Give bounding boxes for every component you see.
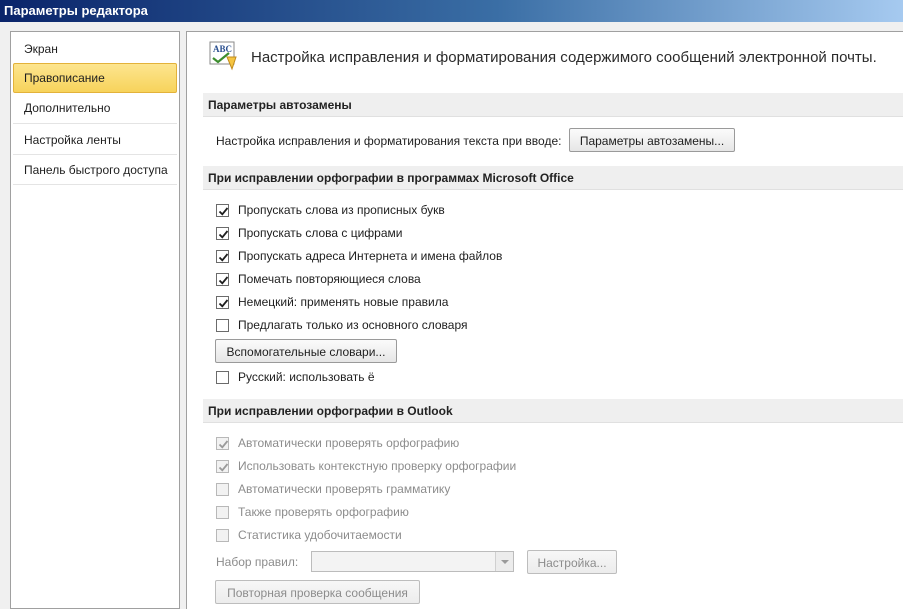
recheck-message-button[interactable]: Повторная проверка сообщения <box>215 580 420 604</box>
svg-text:ABC: ABC <box>213 44 232 54</box>
sidebar-divider <box>13 184 177 185</box>
sidebar-item-proofing[interactable]: Правописание <box>13 63 177 93</box>
checkbox-checked[interactable] <box>216 296 229 309</box>
option-label: Немецкий: применять новые правила <box>238 295 449 309</box>
ruleset-settings-button[interactable]: Настройка... <box>527 550 617 574</box>
spelling-abc-icon: ABC <box>209 41 241 71</box>
section-title-autocorrect: Параметры автозамены <box>203 93 903 117</box>
autocorrect-options-button[interactable]: Параметры автозамены... <box>569 128 735 152</box>
option-label: Также проверять орфографию <box>238 505 409 519</box>
section-title-office-spelling: При исправлении орфографии в программах … <box>203 166 903 190</box>
checkbox-unchecked[interactable] <box>216 319 229 332</box>
section-title-outlook-spelling: При исправлении орфографии в Outlook <box>203 399 903 423</box>
checkbox-checked[interactable] <box>216 460 229 473</box>
checkbox-unchecked[interactable] <box>216 483 229 496</box>
ruleset-select[interactable] <box>311 551 514 572</box>
option-label: Статистика удобочитаемости <box>238 528 402 542</box>
checkbox-checked[interactable] <box>216 204 229 217</box>
window-title: Параметры редактора <box>0 0 903 22</box>
options-sidebar: Экран Правописание Дополнительно Настрой… <box>10 31 180 609</box>
page-description: Настройка исправления и форматирования с… <box>251 49 877 66</box>
ruleset-label: Набор правил: <box>216 555 299 569</box>
chevron-down-icon[interactable] <box>495 552 513 571</box>
option-label: Пропускать адреса Интернета и имена файл… <box>238 249 503 263</box>
option-label: Пропускать слова из прописных букв <box>238 203 445 217</box>
checkbox-unchecked[interactable] <box>216 529 229 542</box>
option-label: Русский: использовать ё <box>238 370 375 384</box>
option-label: Автоматически проверять грамматику <box>238 482 451 496</box>
sidebar-item-quick-access-toolbar[interactable]: Панель быстрого доступа <box>13 155 177 185</box>
sidebar-item-customize-ribbon[interactable]: Настройка ленты <box>13 125 177 155</box>
sidebar-divider <box>13 123 177 124</box>
checkbox-checked[interactable] <box>216 250 229 263</box>
autocorrect-row-label: Настройка исправления и форматирования т… <box>216 134 562 148</box>
checkbox-checked[interactable] <box>216 227 229 240</box>
option-label: Помечать повторяющиеся слова <box>238 272 421 286</box>
checkbox-checked[interactable] <box>216 437 229 450</box>
checkbox-unchecked[interactable] <box>216 506 229 519</box>
sidebar-item-screen[interactable]: Экран <box>13 34 177 64</box>
custom-dictionaries-button[interactable]: Вспомогательные словари... <box>215 339 397 363</box>
sidebar-item-advanced[interactable]: Дополнительно <box>13 93 177 123</box>
option-label: Предлагать только из основного словаря <box>238 318 468 332</box>
checkbox-checked[interactable] <box>216 273 229 286</box>
checkbox-unchecked[interactable] <box>216 371 229 384</box>
option-label: Автоматически проверять орфографию <box>238 436 460 450</box>
option-label: Использовать контекстную проверку орфогр… <box>238 459 517 473</box>
proofing-panel: ABC Настройка исправления и форматирован… <box>186 31 903 609</box>
option-label: Пропускать слова с цифрами <box>238 226 403 240</box>
